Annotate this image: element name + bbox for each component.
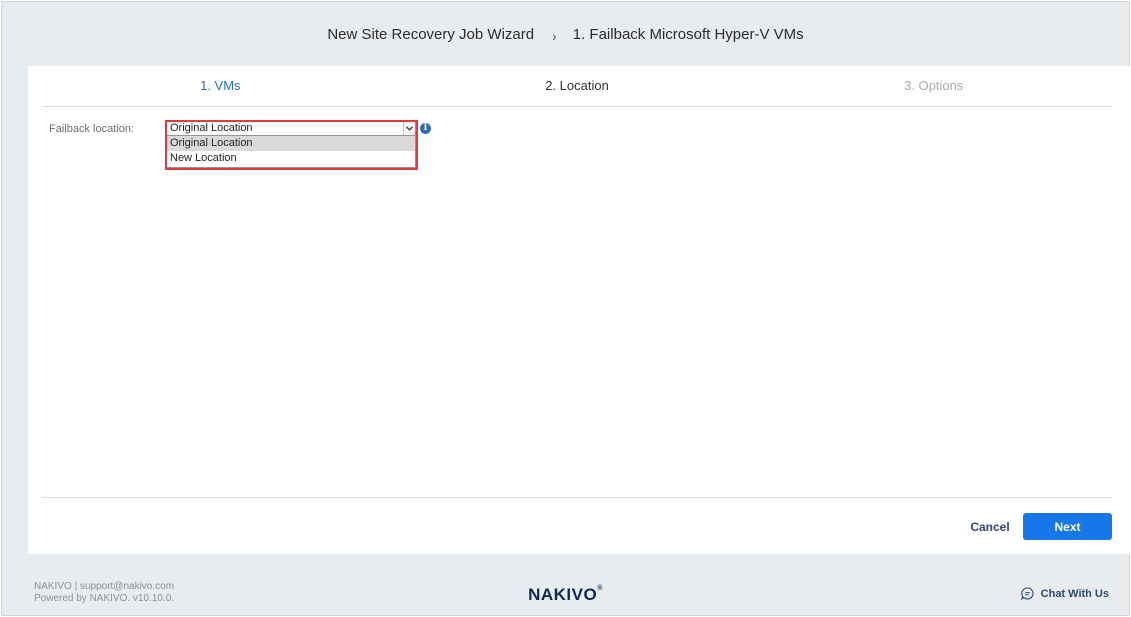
- failback-location-dropdown: Original Location New Location: [166, 136, 416, 168]
- info-icon[interactable]: i: [420, 123, 431, 134]
- wizard-header: New Site Recovery Job Wizard › 1. Failba…: [2, 2, 1129, 66]
- cancel-button[interactable]: Cancel: [964, 513, 1016, 540]
- chevron-down-icon[interactable]: [403, 122, 415, 135]
- wizard-window: New Site Recovery Job Wizard › 1. Failba…: [1, 1, 1130, 616]
- option-new-location[interactable]: New Location: [167, 151, 415, 166]
- footer-info: NAKIVO | support@nakivo.com Powered by N…: [34, 581, 174, 605]
- chat-label: Chat With Us: [1040, 587, 1109, 600]
- step-options: 3. Options: [904, 78, 964, 93]
- wizard-panel: 1. VMs 2. Location 3. Options Failback l…: [28, 66, 1130, 554]
- option-original-location[interactable]: Original Location: [167, 136, 415, 151]
- footer-support-line: NAKIVO | support@nakivo.com: [34, 581, 175, 592]
- select-value: Original Location: [170, 122, 253, 134]
- chat-with-us-button[interactable]: Chat With Us: [1020, 587, 1109, 600]
- wizard-title: New Site Recovery Job Wizard: [327, 25, 535, 43]
- logo-text: NAKIVO: [528, 585, 598, 604]
- wizard-steps: 1. VMs 2. Location 3. Options: [42, 66, 1112, 107]
- footer-version-line: Powered by NAKIVO. v10.10.0.: [34, 593, 175, 604]
- panel-divider: [42, 497, 1112, 498]
- chat-bubble-icon: [1020, 587, 1034, 600]
- failback-location-select[interactable]: Original Location: [166, 121, 416, 136]
- step-location: 2. Location: [545, 78, 609, 93]
- failback-location-label: Failback location:: [49, 123, 134, 135]
- failback-location-row: Failback location:: [49, 122, 137, 136]
- breadcrumb-separator-icon: ›: [552, 28, 557, 44]
- wizard-subtitle: 1. Failback Microsoft Hyper-V VMs: [572, 25, 804, 43]
- step-vms[interactable]: 1. VMs: [42, 66, 399, 106]
- next-button[interactable]: Next: [1023, 513, 1112, 540]
- registered-mark: ®: [597, 585, 603, 592]
